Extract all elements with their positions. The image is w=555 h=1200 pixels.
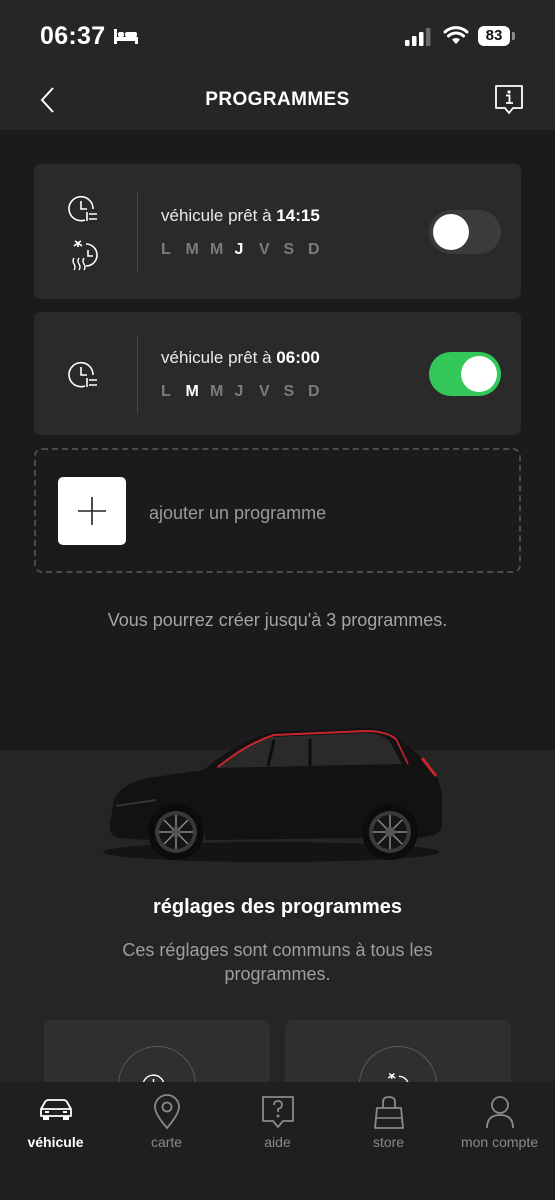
limit-note: Vous pourrez créer jusqu'à 3 programmes. — [107, 610, 448, 630]
weekday-4: V — [259, 383, 270, 400]
program-card[interactable]: véhicule prêt à 06:00 LMMJVSD — [34, 312, 521, 435]
weekday-0: L — [161, 241, 171, 258]
weekday-6: D — [308, 383, 320, 400]
status-bar: 06:37 83 — [0, 0, 555, 75]
user-icon — [486, 1096, 514, 1129]
card-divider — [137, 192, 138, 272]
add-program-label: ajouter un programme — [149, 503, 327, 523]
nav-label: mon compte — [460, 1134, 539, 1150]
weekday-list: LMMJVSD — [161, 383, 333, 401]
ready-time-text: véhicule prêt à 14:15 — [161, 206, 320, 225]
weekday-1: M — [185, 241, 199, 258]
program-toggle[interactable] — [429, 210, 501, 254]
weekday-4: V — [259, 241, 270, 258]
weekday-list: LMMJVSD — [161, 241, 333, 259]
signal-icon — [405, 28, 431, 46]
weekday-3: J — [234, 241, 244, 258]
add-program-button[interactable]: ajouter un programme — [34, 448, 521, 573]
settings-title: réglages des programmes — [153, 896, 402, 918]
page-title: PROGRAMMES — [205, 89, 350, 110]
app-header: PROGRAMMES — [0, 75, 555, 130]
weekday-5: S — [283, 241, 295, 258]
battery-indicator: 83 — [478, 26, 510, 46]
nav-label: aide — [264, 1134, 291, 1150]
ready-time-text: véhicule prêt à 06:00 — [161, 348, 320, 367]
info-icon[interactable] — [493, 83, 525, 117]
weekday-5: S — [283, 383, 295, 400]
settings-description: Ces réglages sont communs à tous les pro… — [122, 940, 433, 984]
plus-button[interactable] — [58, 477, 126, 545]
toggle-knob — [433, 214, 469, 250]
clock-charge-icon — [68, 361, 97, 388]
status-time: 06:37 — [40, 22, 106, 50]
wifi-icon — [443, 26, 469, 44]
car-image — [103, 728, 443, 862]
toggle-knob — [461, 356, 497, 392]
nav-label: véhicule — [27, 1134, 84, 1150]
weekday-0: L — [161, 383, 171, 400]
plus-icon — [78, 497, 106, 525]
bed-icon — [114, 29, 138, 44]
program-card[interactable]: véhicule prêt à 14:15 LMMJVSD — [34, 164, 521, 299]
program-toggle[interactable] — [429, 352, 501, 396]
weekday-2: M — [210, 241, 224, 258]
weekday-6: D — [308, 241, 320, 258]
battery-tip — [512, 32, 515, 40]
car-icon — [40, 1099, 72, 1120]
nav-label: store — [372, 1134, 405, 1150]
climate-clock-icon — [72, 240, 98, 271]
bottom-nav: véhicule carte aide store mon compte — [0, 1082, 555, 1200]
weekday-3: J — [234, 383, 244, 400]
weekday-1: M — [185, 383, 199, 400]
card-divider — [137, 335, 138, 413]
clock-charge-icon — [68, 195, 97, 222]
weekday-2: M — [210, 383, 224, 400]
nav-label: carte — [150, 1134, 183, 1150]
map-pin-icon — [154, 1094, 180, 1130]
shopping-bag-icon — [374, 1096, 404, 1129]
help-icon — [262, 1096, 294, 1128]
